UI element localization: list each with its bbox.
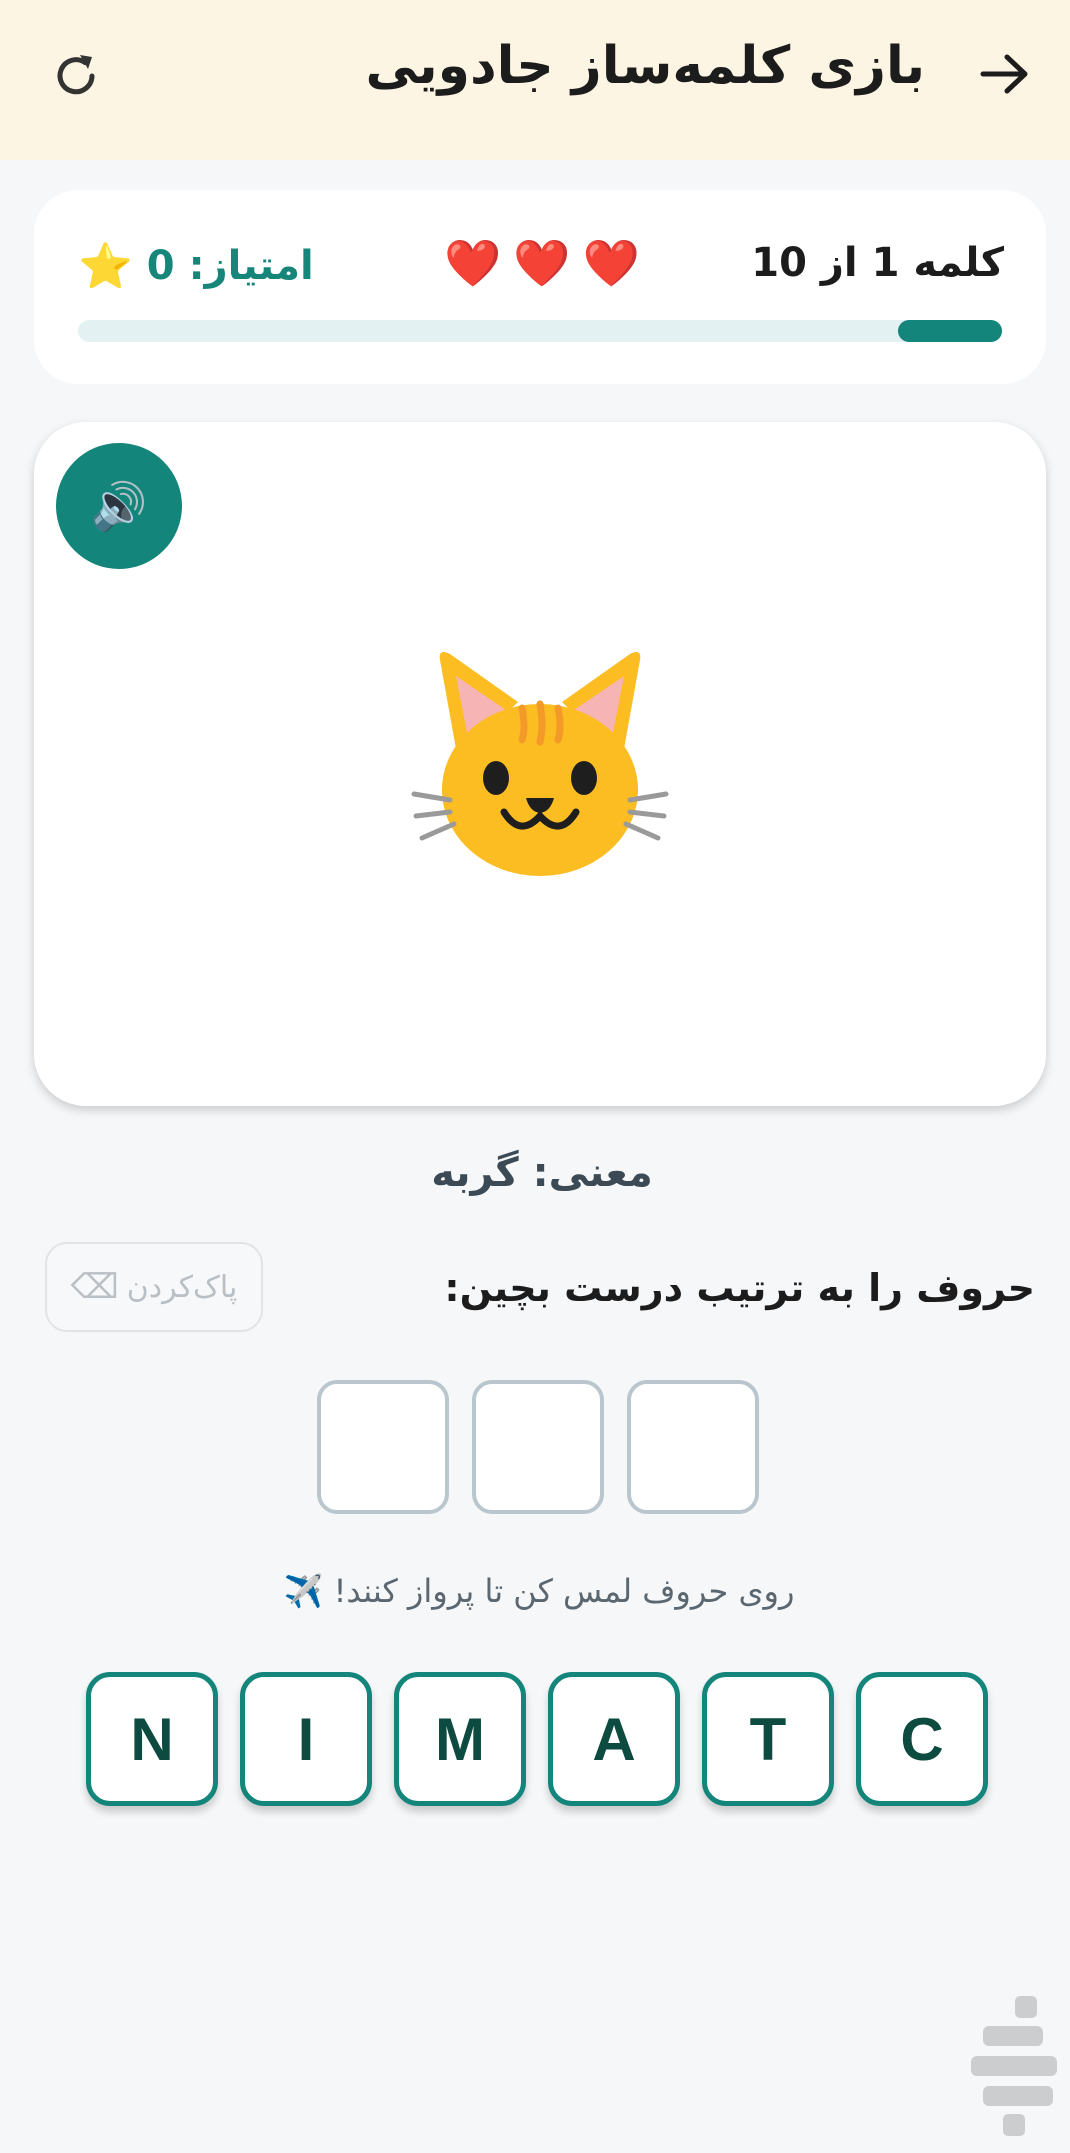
- letter-tile[interactable]: I: [240, 1672, 372, 1806]
- page-title: بازی کلمه‌ساز جادویی: [365, 36, 925, 96]
- arrow-right-icon: [980, 54, 1028, 94]
- letter-tile[interactable]: A: [548, 1672, 680, 1806]
- star-icon: ⭐: [78, 241, 133, 292]
- backspace-icon: ⌫: [70, 1267, 119, 1307]
- letter-tile[interactable]: C: [856, 1672, 988, 1806]
- word-progress-label: کلمه 1 از 10: [751, 240, 1004, 286]
- answer-slot[interactable]: [627, 1380, 759, 1514]
- letter-tile[interactable]: N: [86, 1672, 218, 1806]
- hint-text: روی حروف لمس کن تا پرواز کنند! ✈️: [283, 1572, 795, 1610]
- score-label: امتیاز: 0: [146, 243, 314, 289]
- cat-face-icon: [411, 652, 669, 876]
- clear-button-label: پاک‌کردن: [126, 1269, 238, 1305]
- progress-bar-fill: [898, 320, 1002, 342]
- back-button[interactable]: [965, 44, 1045, 104]
- answer-slot[interactable]: [472, 1380, 604, 1514]
- refresh-button[interactable]: [40, 40, 112, 112]
- clear-button[interactable]: پاک‌کردن ⌫: [45, 1242, 263, 1332]
- refresh-icon: [57, 55, 95, 95]
- speaker-icon: 🔊: [90, 478, 148, 533]
- letter-tile[interactable]: T: [702, 1672, 834, 1806]
- letter-tile[interactable]: M: [394, 1672, 526, 1806]
- store-logo-watermark: [971, 1996, 1057, 2136]
- answer-slot[interactable]: [317, 1380, 449, 1514]
- progress-bar-track: [78, 320, 1002, 342]
- instruction-text: حروف را به ترتیب درست بچین:: [444, 1266, 1035, 1310]
- lives-hearts: ❤️❤️❤️: [444, 236, 652, 290]
- word-meaning: معنی: گربه: [431, 1150, 653, 1196]
- speaker-button[interactable]: 🔊: [56, 443, 182, 569]
- score-display: امتیاز: 0 ⭐: [78, 240, 314, 292]
